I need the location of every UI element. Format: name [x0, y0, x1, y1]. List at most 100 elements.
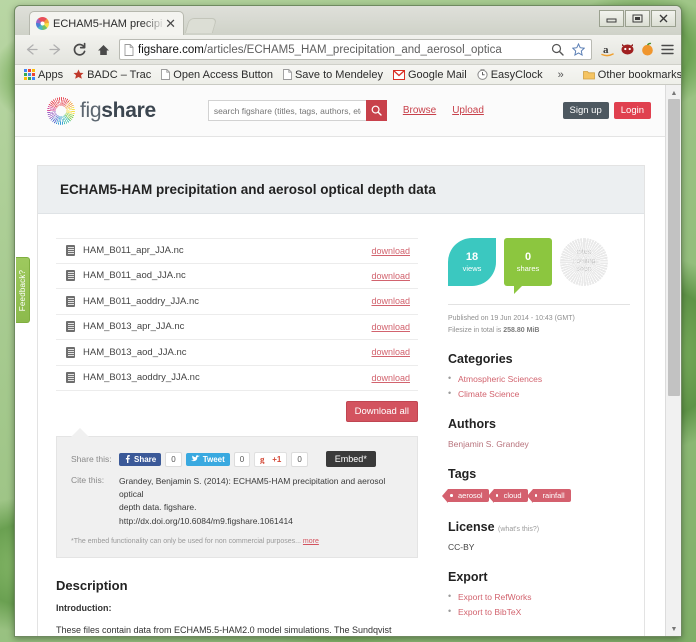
table-row[interactable]: HAM_B013_aod_JJA.nc download — [56, 340, 418, 366]
export-refworks-link[interactable]: Export to RefWorks — [448, 591, 630, 602]
svg-text:a: a — [603, 44, 609, 56]
scroll-down-arrow-icon[interactable]: ▼ — [666, 621, 681, 636]
download-all-button[interactable]: Download all — [345, 401, 418, 422]
login-button[interactable]: Login — [613, 102, 651, 119]
close-window-button[interactable] — [651, 10, 676, 27]
bookmark-label: Apps — [38, 68, 64, 81]
nav-browse[interactable]: Browse — [403, 105, 436, 116]
magnifier-icon[interactable] — [548, 41, 566, 59]
download-link[interactable]: download — [371, 373, 410, 383]
orange-extension-icon[interactable] — [638, 41, 656, 59]
bookmark-other-bookmarks[interactable]: Other bookmarks — [579, 68, 681, 82]
browser-tab[interactable]: ECHAM5-HAM precipitati ✕ — [29, 11, 184, 35]
reload-icon[interactable] — [68, 39, 90, 61]
twitter-icon — [190, 455, 200, 462]
figshare-wordmark: figshare — [80, 99, 156, 123]
clock-icon — [477, 69, 488, 80]
table-row[interactable]: HAM_B011_apr_JJA.nc download — [56, 238, 418, 264]
category-item[interactable]: Climate Science — [448, 388, 630, 399]
back-arrow-icon[interactable] — [20, 39, 42, 61]
embed-more-link[interactable]: more — [303, 538, 319, 545]
bookmark-apps[interactable]: Apps — [20, 68, 67, 82]
facebook-share-count: 0 — [165, 451, 182, 467]
embed-button[interactable]: Embed* — [325, 451, 376, 467]
download-link[interactable]: download — [371, 246, 410, 256]
address-bar[interactable]: figshare.com/articles/ECHAM5_HAM_precipi… — [119, 39, 592, 60]
google-plus-count: 0 — [291, 451, 308, 467]
article-title-bar: ECHAM5-HAM precipitation and aerosol opt… — [38, 166, 644, 214]
bookmark-label: BADC – Trac — [87, 68, 152, 81]
bookmark-easyclock[interactable]: EasyClock — [473, 68, 547, 82]
star-icon[interactable] — [569, 41, 587, 59]
bookmark-label: Save to Mendeley — [294, 68, 383, 81]
chrome-menu-icon[interactable] — [658, 41, 676, 59]
bookmark-save-to-mendeley[interactable]: Save to Mendeley — [279, 68, 387, 82]
file-name: HAM_B013_aod_JJA.nc — [83, 346, 187, 358]
table-row[interactable]: HAM_B011_aoddry_JJA.nc download — [56, 289, 418, 315]
twitter-share-label: Tweet — [202, 454, 225, 464]
embed-disclaimer-text: *The embed functionality can only be use… — [71, 537, 301, 545]
page-icon — [161, 69, 171, 80]
amazon-extension-icon[interactable]: a — [598, 41, 616, 59]
logo-text-bold: share — [101, 98, 156, 122]
feedback-label: Feedback? — [18, 269, 28, 311]
browser-window: ECHAM5-HAM precipitati ✕ — [14, 5, 682, 637]
minimize-button[interactable] — [599, 10, 624, 27]
browser-navigation-bar: figshare.com/articles/ECHAM5_HAM_precipi… — [15, 35, 681, 65]
twitter-share-button[interactable]: Tweet — [185, 452, 230, 466]
file-name: HAM_B013_aoddry_JJA.nc — [83, 372, 200, 384]
bookmark-label: Open Access Button — [173, 68, 273, 81]
citation-line-1: Grandey, Benjamin S. (2014): ECHAM5-HAM … — [119, 476, 386, 500]
citation-doi-link[interactable]: http://dx.doi.org/10.6084/m9.figshare.10… — [119, 515, 403, 528]
authors-heading: Authors — [448, 417, 496, 431]
cat-extension-icon[interactable] — [618, 41, 636, 59]
scrollbar-thumb[interactable] — [668, 99, 680, 396]
bookmark-badc-trac[interactable]: BADC – Trac — [69, 68, 155, 82]
download-link[interactable]: download — [371, 271, 410, 281]
bookmark-label: EasyClock — [490, 68, 543, 81]
file-icon — [66, 245, 75, 257]
download-link[interactable]: download — [371, 322, 410, 332]
google-plus-icon: g — [260, 455, 265, 464]
site-search — [207, 100, 387, 121]
google-plus-button[interactable]: g +1 — [254, 451, 288, 467]
page-scrollbar[interactable]: ▲ ▼ — [665, 85, 681, 636]
tag-chip[interactable]: cloud — [487, 489, 528, 503]
shares-count: 0 — [524, 251, 532, 264]
search-input[interactable] — [207, 100, 366, 121]
bookmark-open-access-button[interactable]: Open Access Button — [157, 68, 277, 82]
license-whats-this-link[interactable]: (what's this?) — [498, 526, 539, 533]
facebook-share-button[interactable]: Share — [119, 452, 162, 466]
address-path: /articles/ECHAM5_HAM_precipitation_and_a… — [203, 43, 502, 56]
share-row: Share this: Share 0 Tweet 0 g +1 0 Embed… — [71, 451, 403, 467]
signup-button[interactable]: Sign up — [562, 102, 609, 119]
table-row[interactable]: HAM_B013_apr_JJA.nc download — [56, 315, 418, 340]
search-submit-button[interactable] — [365, 100, 387, 121]
tag-chip[interactable]: rainfall — [526, 489, 571, 503]
table-row[interactable]: HAM_B011_aod_JJA.nc download — [56, 264, 418, 289]
file-icon — [66, 372, 75, 384]
close-icon[interactable]: ✕ — [162, 17, 179, 30]
home-icon[interactable] — [92, 39, 114, 61]
feedback-tab[interactable]: Feedback? — [16, 257, 30, 323]
author-name[interactable]: Benjamin S. Grandey — [448, 439, 630, 449]
nav-upload[interactable]: Upload — [452, 105, 484, 116]
folder-icon — [582, 70, 595, 79]
category-item[interactable]: Atmospheric Sciences — [448, 373, 630, 384]
license-heading-text: License — [448, 520, 495, 534]
table-row[interactable]: HAM_B013_aoddry_JJA.nc download — [56, 366, 418, 391]
maximize-button[interactable] — [625, 10, 650, 27]
figshare-logo-icon — [47, 96, 75, 125]
tag-chip[interactable]: aerosol — [442, 489, 489, 503]
page-viewport: figshare Browse Upload Sign up Login — [15, 85, 681, 636]
new-tab-button[interactable] — [184, 18, 218, 33]
export-bibtex-link[interactable]: Export to BibTeX — [448, 606, 630, 617]
bookmarks-overflow-button[interactable]: » — [553, 69, 569, 81]
bookmark-google-mail[interactable]: Google Mail — [389, 68, 471, 82]
figshare-logo[interactable]: figshare — [47, 96, 156, 125]
badc-icon — [73, 69, 84, 79]
download-link[interactable]: download — [371, 347, 410, 357]
file-icon — [66, 346, 75, 358]
download-link[interactable]: download — [371, 296, 410, 306]
forward-arrow-icon[interactable] — [44, 39, 66, 61]
